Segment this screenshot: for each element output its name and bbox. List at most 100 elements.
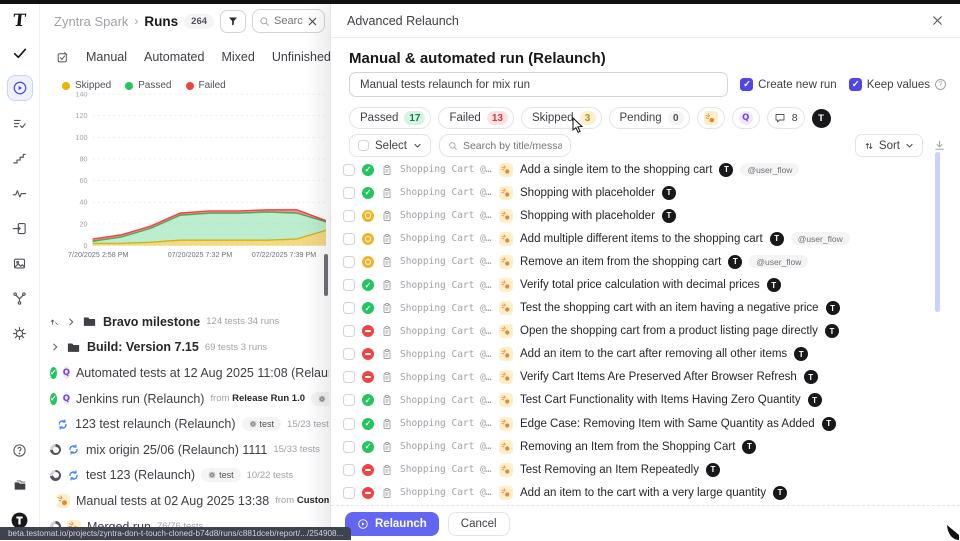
test-row[interactable]: Shopping Cart @… Verify Cart Items Are P…	[343, 366, 930, 389]
comments-filter-chip[interactable]: 8	[767, 107, 805, 129]
test-row[interactable]: Shopping Cart @… Add a single item to th…	[343, 158, 930, 181]
close-icon[interactable]	[931, 14, 944, 27]
test-checkbox[interactable]	[343, 348, 355, 360]
test-row[interactable]: Shopping Cart @… Edge Case: Removing Ite…	[343, 412, 930, 435]
run-name-input[interactable]	[349, 72, 728, 97]
tree-item[interactable]: Q Manual tests at 02 Aug 2025 13:38 from…	[50, 488, 329, 514]
manual-filter-chip[interactable]	[697, 107, 725, 129]
test-checkbox[interactable]	[343, 210, 355, 222]
test-row[interactable]: Shopping Cart @… Shopping with placehold…	[343, 181, 930, 204]
runs-tab[interactable]: Manual	[86, 50, 127, 64]
test-row[interactable]: Shopping Cart @… Remove an item from the…	[343, 250, 930, 273]
test-checkbox[interactable]	[343, 233, 355, 245]
checklist-icon[interactable]	[7, 110, 33, 136]
relaunch-button[interactable]: Relaunch	[345, 512, 439, 536]
test-row[interactable]: Shopping Cart @… Test Cart Functionality…	[343, 389, 930, 412]
test-suite[interactable]: Shopping Cart @…	[400, 280, 492, 291]
status-filter-chip[interactable]: Pending 0	[609, 107, 690, 129]
keep-values-checkbox[interactable]	[849, 78, 862, 91]
test-checkbox[interactable]	[343, 487, 355, 499]
assignee-avatar[interactable]: T	[812, 109, 831, 128]
tree-item[interactable]: Q test 123 (Relaunch) test 10/22 tests	[50, 463, 329, 489]
select-dropdown[interactable]: Select	[349, 134, 431, 157]
test-checkbox[interactable]	[343, 187, 355, 199]
status-filter-chip[interactable]: Passed 17	[349, 107, 431, 129]
test-suite[interactable]: Shopping Cart @…	[400, 326, 492, 337]
test-row[interactable]: Shopping Cart @… Shopping with placehold…	[343, 204, 930, 227]
clear-search-icon[interactable]	[307, 16, 318, 27]
runs-search-input[interactable]	[274, 15, 303, 27]
test-suite[interactable]: Shopping Cart @…	[400, 372, 492, 383]
test-row[interactable]: Shopping Cart @… Add an item to the cart…	[343, 343, 930, 366]
test-checkbox[interactable]	[343, 256, 355, 268]
drag-handle-icon[interactable]	[50, 316, 60, 327]
test-tag[interactable]: @user_flow	[740, 163, 799, 176]
cancel-button[interactable]: Cancel	[448, 512, 510, 536]
gear-icon[interactable]	[7, 320, 33, 346]
test-suite[interactable]: Shopping Cart @…	[400, 233, 492, 244]
status-filter-chip[interactable]: Failed 13	[438, 107, 513, 129]
test-suite[interactable]: Shopping Cart @…	[400, 210, 492, 221]
test-row[interactable]: Shopping Cart @… Test the shopping cart …	[343, 297, 930, 320]
test-suite[interactable]: Shopping Cart @…	[400, 303, 492, 314]
test-suite[interactable]: Shopping Cart @…	[400, 464, 492, 475]
help-icon[interactable]	[7, 437, 33, 463]
tree-item[interactable]: Q Build: Version 7.15 69 tests 3 runs	[50, 335, 329, 361]
select-runs-icon[interactable]	[56, 51, 69, 64]
runs-tab[interactable]: Automated	[144, 50, 204, 64]
test-checkbox[interactable]	[343, 371, 355, 383]
test-suite[interactable]: Shopping Cart @…	[400, 349, 492, 360]
test-checkbox[interactable]	[343, 325, 355, 337]
test-checkbox[interactable]	[343, 279, 355, 291]
tests-search[interactable]	[439, 134, 571, 157]
tree-item[interactable]: Q 123 test relaunch (Relaunch) test 15/2…	[50, 411, 329, 437]
test-suite[interactable]: Shopping Cart @…	[400, 487, 492, 498]
test-row[interactable]: Shopping Cart @… Removing an Item from t…	[343, 435, 930, 458]
test-tag[interactable]: @user_flow	[749, 255, 808, 268]
test-checkbox[interactable]	[343, 441, 355, 453]
runs-play-icon[interactable]	[7, 75, 33, 101]
tests-search-input[interactable]	[463, 140, 562, 152]
projects-icon[interactable]	[7, 472, 33, 498]
chevron-right-icon[interactable]	[66, 317, 76, 327]
breadcrumb-project[interactable]: Zyntra Spark	[54, 14, 128, 29]
tree-item[interactable]: Q mix origin 25/06 (Relaunch) 1111 15/33…	[50, 437, 329, 463]
test-suite[interactable]: Shopping Cart @…	[400, 395, 492, 406]
test-checkbox[interactable]	[343, 302, 355, 314]
test-suite[interactable]: Shopping Cart @…	[400, 418, 492, 429]
tree-item[interactable]: Q Automated tests at 12 Aug 2025 11:08 (…	[50, 360, 329, 386]
pulse-icon[interactable]	[7, 180, 33, 206]
test-suite[interactable]: Shopping Cart @…	[400, 187, 492, 198]
test-checkbox[interactable]	[343, 394, 355, 406]
test-row[interactable]: Shopping Cart @… Verify total price calc…	[343, 273, 930, 296]
left-panel-scrollbar[interactable]	[324, 254, 328, 296]
select-all-checkbox[interactable]	[358, 140, 369, 151]
branch-icon[interactable]	[7, 285, 33, 311]
test-suite[interactable]: Shopping Cart @…	[400, 256, 492, 267]
test-tag[interactable]: @user_flow	[791, 232, 850, 245]
create-new-run-checkbox[interactable]	[740, 78, 753, 91]
chevron-right-icon[interactable]	[50, 342, 60, 352]
test-suite[interactable]: Shopping Cart @…	[400, 441, 492, 452]
help-icon[interactable]: ?	[935, 79, 946, 90]
tree-item[interactable]: Q Jenkins run (Relaunch) from Release Ru…	[50, 386, 329, 412]
test-checkbox[interactable]	[343, 464, 355, 476]
tests-check-icon[interactable]	[7, 40, 33, 66]
status-filter-chip[interactable]: Skipped 3	[521, 107, 602, 129]
runs-tab[interactable]: Unfinished	[272, 50, 331, 64]
test-row[interactable]: Shopping Cart @… Open the shopping cart …	[343, 320, 930, 343]
sort-dropdown[interactable]: Sort	[855, 134, 923, 157]
steps-icon[interactable]	[7, 145, 33, 171]
tree-item[interactable]: Q Bravo milestone 124 tests 34 runs	[50, 309, 329, 335]
image-icon[interactable]	[7, 250, 33, 276]
runs-search[interactable]	[252, 9, 325, 33]
test-row[interactable]: Shopping Cart @… Test Removing an Item R…	[343, 458, 930, 481]
automated-filter-chip[interactable]: Q	[732, 107, 760, 129]
test-row[interactable]: Shopping Cart @… Add an item to the cart…	[343, 481, 930, 504]
test-checkbox[interactable]	[343, 164, 355, 176]
create-new-run-option[interactable]: Create new run	[740, 78, 837, 91]
modal-scrollbar[interactable]	[935, 152, 940, 312]
import-box-icon[interactable]	[7, 215, 33, 241]
download-icon[interactable]	[933, 139, 946, 152]
filter-button[interactable]	[220, 10, 246, 33]
